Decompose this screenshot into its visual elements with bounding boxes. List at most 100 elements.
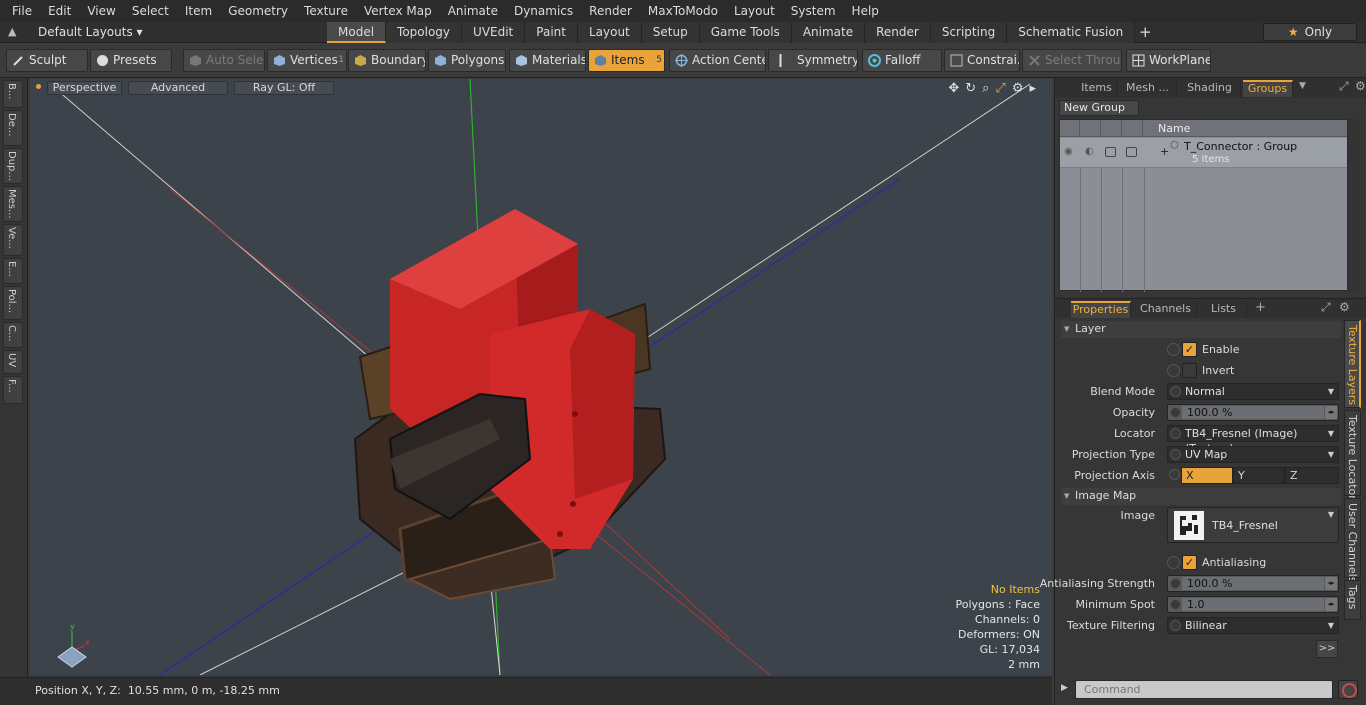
layout-dropdown[interactable]: Default Layouts ▾ bbox=[38, 25, 143, 39]
auto-select-button[interactable]: Auto Select bbox=[183, 49, 265, 72]
tab-game-tools[interactable]: Game Tools bbox=[699, 22, 792, 43]
action-center-button[interactable]: Action Center bbox=[669, 49, 766, 72]
command-record-button[interactable] bbox=[1338, 680, 1358, 699]
side-tab-texture-locator[interactable]: Texture Locator bbox=[1344, 410, 1361, 500]
scene-render[interactable]: y x bbox=[30, 79, 1052, 675]
image-map-section-header[interactable]: Image Map bbox=[1061, 488, 1341, 505]
constraints-button[interactable]: Constrai... bbox=[944, 49, 1020, 72]
fit-view-icon[interactable]: ⤢ bbox=[995, 81, 1005, 96]
command-history-icon[interactable]: ▶ bbox=[1061, 683, 1068, 693]
menu-maxtomodo[interactable]: MaxToModo bbox=[640, 4, 726, 18]
only-button[interactable]: ★ Only bbox=[1263, 23, 1357, 41]
lock-checkbox[interactable] bbox=[1105, 147, 1116, 157]
tab-mesh[interactable]: Mesh ... bbox=[1119, 80, 1177, 97]
left-tab-polygon[interactable]: Pol... bbox=[3, 286, 23, 320]
menu-item[interactable]: Item bbox=[177, 4, 220, 18]
tab-uvedit[interactable]: UVEdit bbox=[462, 22, 526, 43]
aa-strength-slider[interactable]: 100.0 % ◂▸ bbox=[1167, 575, 1339, 592]
left-tab-deform[interactable]: De... bbox=[3, 110, 23, 146]
invert-radio[interactable] bbox=[1167, 364, 1180, 377]
menu-render[interactable]: Render bbox=[581, 4, 640, 18]
tabs-dropdown-icon[interactable]: ▼ bbox=[1299, 81, 1306, 91]
move-view-icon[interactable]: ✥ bbox=[948, 81, 959, 96]
render-column-icon[interactable] bbox=[1080, 120, 1101, 137]
tab-shading[interactable]: Shading bbox=[1179, 80, 1241, 97]
command-input[interactable]: Command bbox=[1075, 680, 1333, 699]
menu-dynamics[interactable]: Dynamics bbox=[506, 4, 581, 18]
left-tab-vertex[interactable]: Ve... bbox=[3, 224, 23, 256]
raygl-dropdown[interactable]: Ray GL: Off bbox=[234, 81, 334, 95]
axis-y-button[interactable]: Y bbox=[1233, 467, 1285, 484]
items-button[interactable]: Items 5 bbox=[588, 49, 665, 72]
tab-schematic-fusion[interactable]: Schematic Fusion bbox=[1007, 22, 1136, 43]
lock-column-icon[interactable] bbox=[1101, 120, 1122, 137]
menu-help[interactable]: Help bbox=[844, 4, 887, 18]
menu-animate[interactable]: Animate bbox=[440, 4, 506, 18]
eye-icon[interactable]: ◉ bbox=[1064, 146, 1073, 157]
slider-grip-icon[interactable]: ◂▸ bbox=[1325, 577, 1337, 590]
falloff-button[interactable]: Falloff bbox=[862, 49, 942, 72]
slider-grip-icon[interactable]: ◂▸ bbox=[1325, 598, 1337, 611]
projection-type-select[interactable]: UV Map ▼ bbox=[1167, 446, 1339, 463]
rotate-view-icon[interactable]: ↻ bbox=[965, 81, 976, 96]
workplane-button[interactable]: WorkPlane bbox=[1126, 49, 1211, 72]
menu-edit[interactable]: Edit bbox=[40, 4, 79, 18]
tab-lists[interactable]: Lists bbox=[1201, 301, 1247, 318]
select-column-icon[interactable] bbox=[1122, 120, 1143, 137]
tab-model[interactable]: Model bbox=[327, 22, 387, 43]
tab-topology[interactable]: Topology bbox=[386, 22, 463, 43]
tab-channels[interactable]: Channels bbox=[1135, 301, 1197, 318]
vertices-button[interactable]: Vertices 1 bbox=[267, 49, 347, 72]
opacity-slider[interactable]: 100.0 % ◂▸ bbox=[1167, 404, 1339, 421]
boundary-button[interactable]: Boundary bbox=[348, 49, 426, 72]
side-tab-user-channels[interactable]: User Channels bbox=[1344, 498, 1361, 582]
menu-file[interactable]: File bbox=[4, 4, 40, 18]
antialiasing-checkbox[interactable]: ✓ bbox=[1182, 555, 1197, 570]
left-tab-curve[interactable]: C... bbox=[3, 322, 23, 348]
tab-layout[interactable]: Layout bbox=[577, 22, 642, 43]
symmetry-button[interactable]: Symmetry bbox=[768, 49, 858, 72]
tab-groups[interactable]: Groups bbox=[1243, 80, 1293, 97]
enable-radio[interactable] bbox=[1167, 343, 1180, 356]
tab-properties[interactable]: Properties bbox=[1071, 301, 1131, 318]
add-tab-icon[interactable]: + bbox=[1135, 22, 1155, 43]
left-tab-edge[interactable]: E... bbox=[3, 258, 23, 284]
invert-checkbox[interactable] bbox=[1182, 363, 1197, 378]
expand-properties-icon[interactable]: ⤢ bbox=[1321, 300, 1331, 315]
tab-paint[interactable]: Paint bbox=[525, 22, 578, 43]
tab-items[interactable]: Items bbox=[1077, 80, 1117, 97]
side-tab-texture-layers[interactable]: Texture Layers bbox=[1344, 320, 1361, 408]
blend-mode-select[interactable]: Normal ▼ bbox=[1167, 383, 1339, 400]
menu-select[interactable]: Select bbox=[124, 4, 177, 18]
axis-x-button[interactable]: X bbox=[1181, 467, 1233, 484]
more-button[interactable]: >> bbox=[1316, 640, 1338, 658]
axis-z-button[interactable]: Z bbox=[1285, 467, 1339, 484]
3d-viewport[interactable]: y x Perspective Advanced Ray GL: Off ✥ ↻… bbox=[30, 79, 1052, 675]
enable-checkbox[interactable]: ✓ bbox=[1182, 342, 1197, 357]
slider-grip-icon[interactable]: ◂▸ bbox=[1325, 406, 1337, 419]
left-tab-uv[interactable]: UV bbox=[3, 350, 23, 374]
image-select[interactable]: TB4_Fresnel ▼ bbox=[1167, 507, 1339, 543]
left-tab-mesh[interactable]: Mes... bbox=[3, 186, 23, 222]
tab-setup[interactable]: Setup bbox=[641, 22, 700, 43]
properties-settings-icon[interactable]: ⚙ bbox=[1339, 300, 1350, 314]
menu-geometry[interactable]: Geometry bbox=[220, 4, 296, 18]
polygons-button[interactable]: Polygons bbox=[428, 49, 506, 72]
layer-section-header[interactable]: Layer bbox=[1061, 321, 1341, 338]
group-row[interactable]: ◉ ◐ + ⬡ T_Connector : Group 5 Items bbox=[1060, 138, 1347, 168]
sculpt-button[interactable]: Sculpt bbox=[6, 49, 88, 72]
viewport-settings-icon[interactable]: ⚙ bbox=[1012, 81, 1024, 96]
panel-settings-icon[interactable]: ⚙ bbox=[1355, 79, 1366, 93]
new-group-button[interactable]: New Group bbox=[1059, 100, 1139, 116]
perspective-dropdown[interactable]: Perspective bbox=[47, 81, 122, 95]
groups-scrollbar[interactable] bbox=[1348, 119, 1360, 291]
name-column-header[interactable]: Name bbox=[1158, 122, 1190, 135]
menu-layout[interactable]: Layout bbox=[726, 4, 783, 18]
expand-icon[interactable]: + bbox=[1160, 145, 1169, 158]
locator-select[interactable]: TB4_Fresnel (Image) (Texture)▼ bbox=[1167, 425, 1339, 455]
menu-vertex-map[interactable]: Vertex Map bbox=[356, 4, 440, 18]
eye-column-icon[interactable] bbox=[1060, 120, 1080, 137]
menu-view[interactable]: View bbox=[79, 4, 123, 18]
select-through-button[interactable]: Select Through bbox=[1022, 49, 1122, 72]
render-icon[interactable]: ◐ bbox=[1085, 146, 1094, 157]
